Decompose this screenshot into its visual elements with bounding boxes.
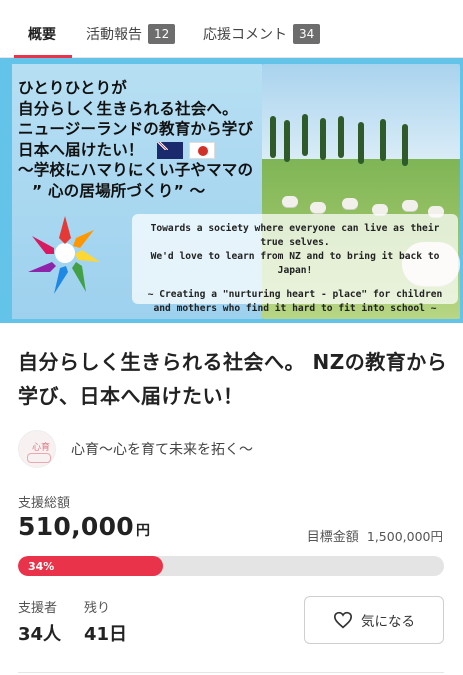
raised-currency: 円 [135,523,151,539]
tab-bar: 概要 活動報告 12 応援コメント 34 [0,0,463,58]
raised-amount: 510,000 [18,512,134,541]
favorite-button[interactable]: 気になる [304,596,444,644]
hero-headline: ひとりひとりが 自分らしく生きられる社会へ。 ニュージーランドの教育から学び 日… [18,78,298,202]
hero-line-6: ” 心の居場所づくり” 〜 [32,181,206,200]
tab-support-comments[interactable]: 応援コメント 34 [203,24,321,44]
caption-line-1: Towards a society where everyone can liv… [150,223,440,248]
progress-percent-label: 34% [28,559,55,573]
hero-line-4-row: 日本へ届けたい！ [18,140,298,161]
project-title: 自分らしく生きられる社会へ。 NZの教育から学び、日本へ届けたい！ [18,350,448,408]
favorite-label: 気になる [361,614,415,630]
hero-english-caption: Towards a society where everyone can liv… [132,214,458,314]
tab-activity-label: 活動報告 [86,27,142,43]
activity-count-badge: 12 [148,24,176,44]
caption-line-4: and mothers who find it hard to fit into… [153,303,437,314]
hero-line-4: 日本へ届けたい！ [18,140,144,159]
tab-overview-label: 概要 [28,27,56,43]
supporters-count: 34人 [18,624,62,645]
tab-comments-label: 応援コメント [203,27,287,43]
caption-line-3: ~ Creating a "nurturing heart - place" f… [147,289,443,300]
hero-line-5: 〜学校にハマりにくい子やママの [18,161,254,180]
owner-name-link[interactable]: 心育〜心を育て未来を拓く〜 [71,439,253,459]
owner-avatar[interactable]: 心育 [18,430,56,468]
hero-image: ひとりひとりが 自分らしく生きられる社会へ。 ニュージーランドの教育から学び 日… [0,58,463,323]
supporters-label: 支援者 [18,601,58,616]
raised-label: 支援総額 [18,496,71,511]
target-amount-row: 目標金額 1,500,000円 [307,526,443,545]
owner-avatar-text: 心育 [32,443,51,453]
heart-outline-icon [333,611,353,629]
divider [18,672,444,673]
project-owner[interactable]: 心育 心育〜心を育て未来を拓く〜 [18,430,253,468]
japan-flag-icon [189,141,216,159]
hero-line-1: ひとりひとりが [18,79,127,97]
hero-line-3: ニュージーランドの教育から学び [18,120,254,139]
supporters-stat: 支援者 34人 [18,597,61,646]
target-amount: 1,500,000円 [366,529,443,544]
comments-count-badge: 34 [293,24,321,44]
funding-progress-bar: 34% [18,556,444,576]
nz-flag-icon [157,141,184,159]
tab-overview[interactable]: 概要 [28,24,56,44]
tab-activity-reports[interactable]: 活動報告 12 [86,24,176,44]
target-label: 目標金額 [306,530,359,545]
remaining-stat: 残り 41日 [84,597,127,646]
remaining-label: 残り [84,601,111,616]
raised-amount-row: 510,000 円 [18,512,150,541]
caption-line-2: We'd love to learn from NZ and to bring … [150,251,440,276]
hero-line-2: 自分らしく生きられる社会へ。 [18,99,238,118]
funding-progress-fill: 34% [18,556,163,576]
colorful-hands-logo [28,216,100,294]
remaining-days: 41日 [84,624,128,645]
